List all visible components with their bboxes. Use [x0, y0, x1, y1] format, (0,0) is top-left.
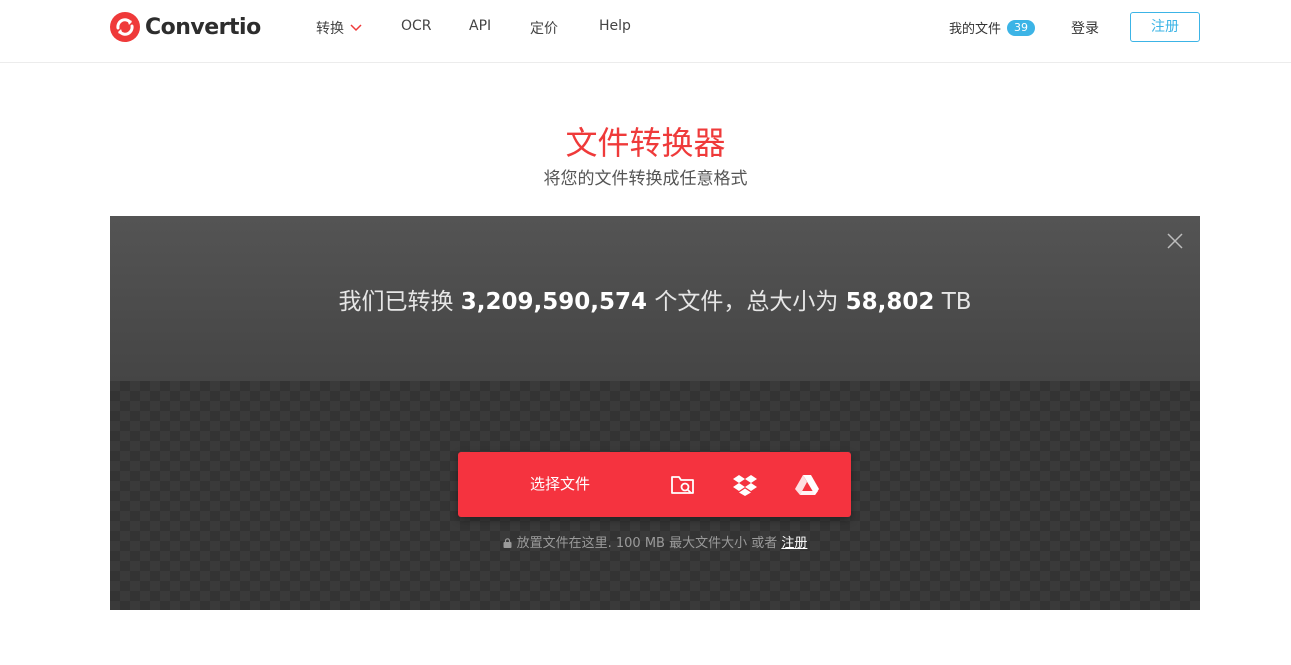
nav-pricing[interactable]: 定价: [530, 18, 558, 38]
convertio-logo[interactable]: Convertio: [109, 11, 261, 43]
my-files-label: 我的文件: [949, 22, 1002, 37]
close-icon[interactable]: [1167, 233, 1183, 249]
nav-api[interactable]: API: [469, 18, 491, 34]
page-subtitle: 将您的文件转换成任意格式: [543, 169, 748, 189]
page-title: 文件转换器: [565, 124, 726, 162]
upload-bar: 选择文件: [458, 452, 851, 517]
stats-middle: 个文件，总大小为: [654, 289, 839, 315]
choose-files-button[interactable]: 选择文件: [458, 452, 662, 517]
folder-search-icon[interactable]: [670, 472, 696, 498]
upload-panel: 我们已转换 3,209,590,574 个文件，总大小为 58,802 TB 选…: [110, 216, 1200, 610]
stats-files-count: 3,209,590,574: [460, 289, 648, 315]
my-files-link[interactable]: 我的文件 39: [949, 18, 1036, 37]
drop-hint-text: 放置文件在这里. 100 MB 最大文件大小 或者: [516, 536, 778, 551]
chevron-down-icon: [350, 24, 362, 32]
conversion-stats: 我们已转换 3,209,590,574 个文件，总大小为 58,802 TB: [110, 282, 1200, 316]
stats-prefix: 我们已转换: [338, 289, 454, 315]
nav-convert-label: 转换: [316, 21, 344, 37]
lock-icon: [503, 538, 512, 548]
nav-help[interactable]: Help: [599, 18, 631, 34]
logo-text: Convertio: [145, 14, 261, 40]
files-count-badge: 39: [1007, 19, 1036, 36]
google-drive-icon[interactable]: [794, 472, 820, 498]
top-header: Convertio 转换 OCR API 定价 Help 我的文件 39 登录 …: [0, 0, 1291, 63]
login-link[interactable]: 登录: [1071, 18, 1099, 38]
signup-button[interactable]: 注册: [1130, 12, 1200, 42]
hint-signup-link[interactable]: 注册: [781, 536, 807, 551]
convertio-logo-icon: [110, 12, 140, 42]
dropbox-icon[interactable]: [732, 472, 758, 498]
nav-ocr[interactable]: OCR: [401, 18, 432, 34]
nav-convert[interactable]: 转换: [316, 18, 362, 38]
stats-size-unit: TB: [941, 289, 972, 315]
stats-size-value: 58,802: [845, 289, 935, 315]
drop-hint: 放置文件在这里. 100 MB 最大文件大小 或者 注册: [110, 532, 1200, 551]
